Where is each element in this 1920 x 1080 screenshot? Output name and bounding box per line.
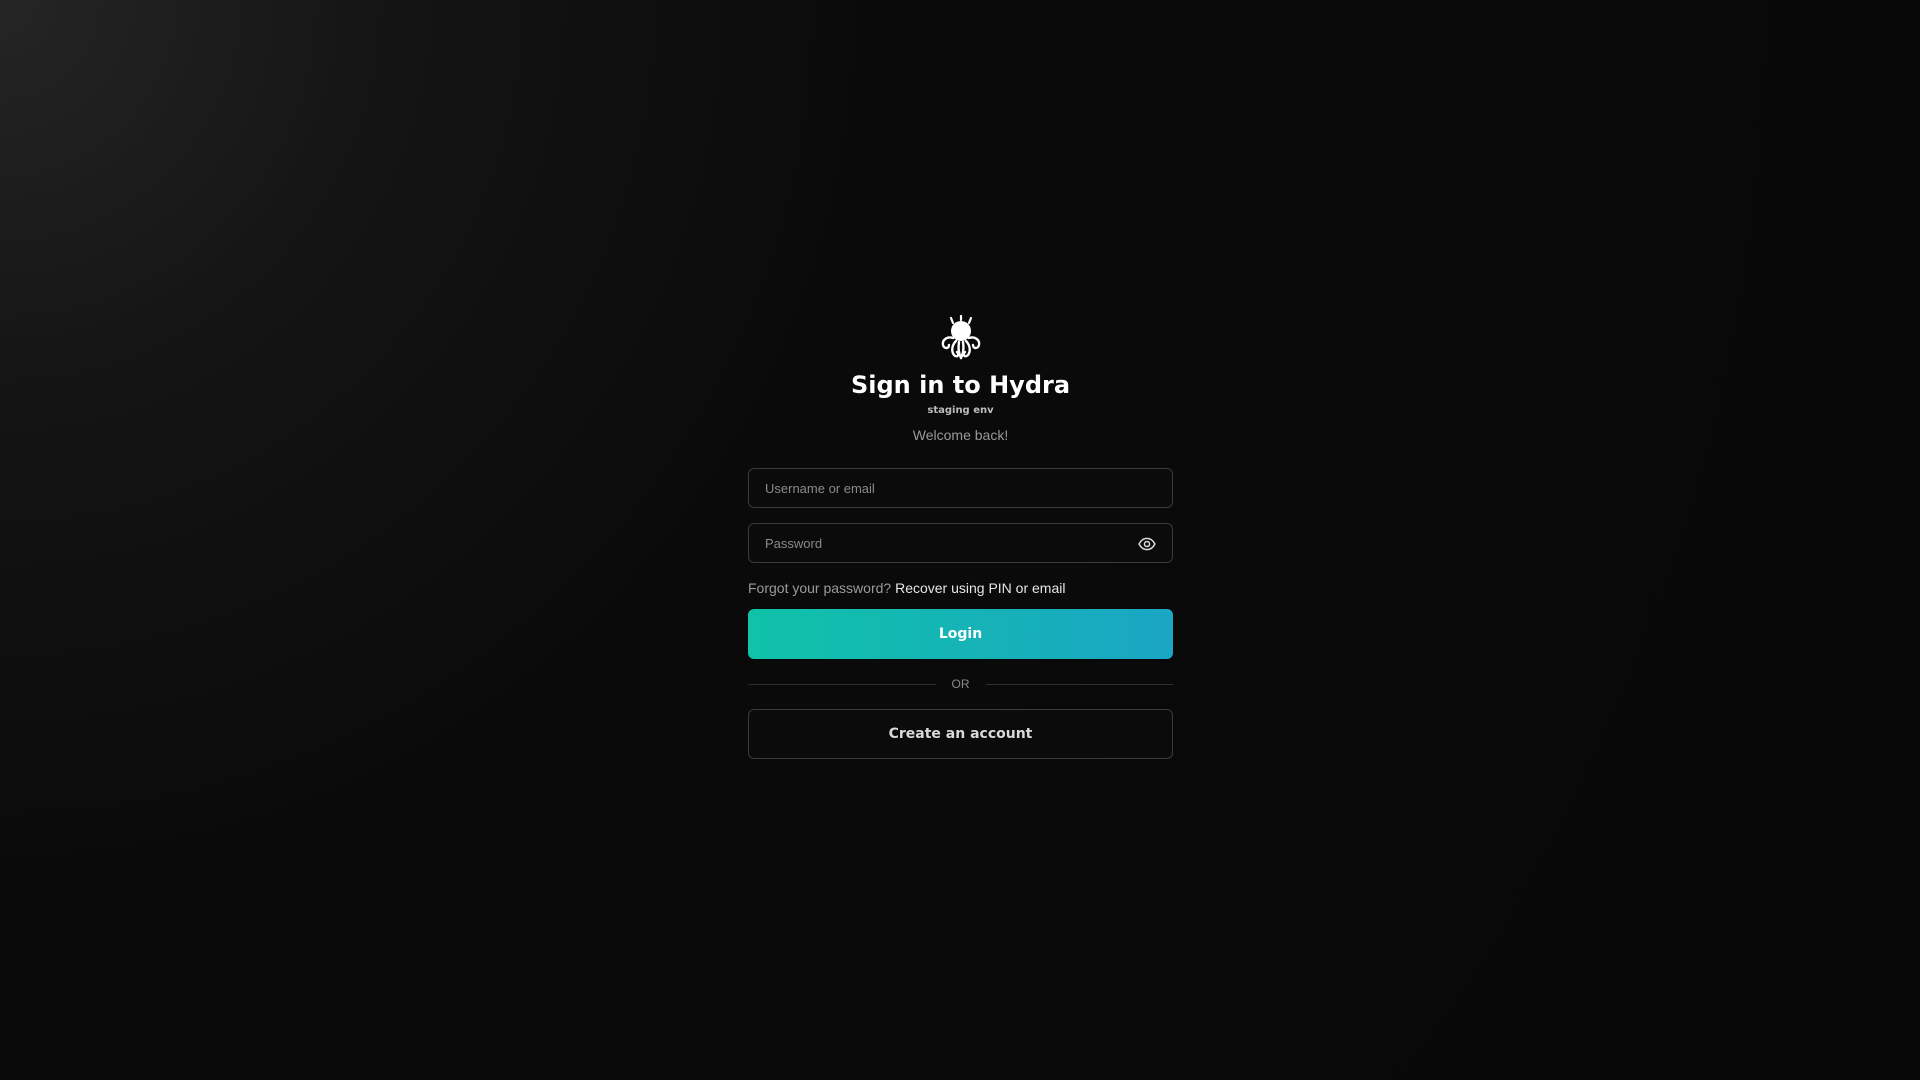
- or-divider: OR: [748, 677, 1173, 691]
- login-button[interactable]: Login: [748, 609, 1173, 659]
- login-panel: Sign in to Hydra staging env Welcome bac…: [748, 314, 1173, 759]
- environment-label: staging env: [927, 405, 994, 416]
- eye-icon[interactable]: [1138, 535, 1156, 553]
- forgot-password-text: Forgot your password?: [748, 580, 892, 596]
- divider-line-left: [748, 683, 936, 685]
- username-field: [748, 468, 1173, 508]
- divider-line-right: [985, 683, 1173, 685]
- welcome-message: Welcome back!: [912, 427, 1009, 443]
- octopus-logo-icon: [941, 314, 980, 360]
- username-input[interactable]: [749, 469, 1172, 507]
- password-field: [748, 523, 1173, 563]
- forgot-password-row: Forgot your password? Recover using PIN …: [748, 579, 1173, 597]
- page-title: Sign in to Hydra: [850, 371, 1071, 399]
- create-account-button[interactable]: Create an account: [748, 709, 1173, 759]
- or-label: OR: [951, 677, 970, 691]
- password-input[interactable]: [749, 524, 1172, 562]
- recover-password-link[interactable]: Recover using PIN or email: [895, 580, 1065, 596]
